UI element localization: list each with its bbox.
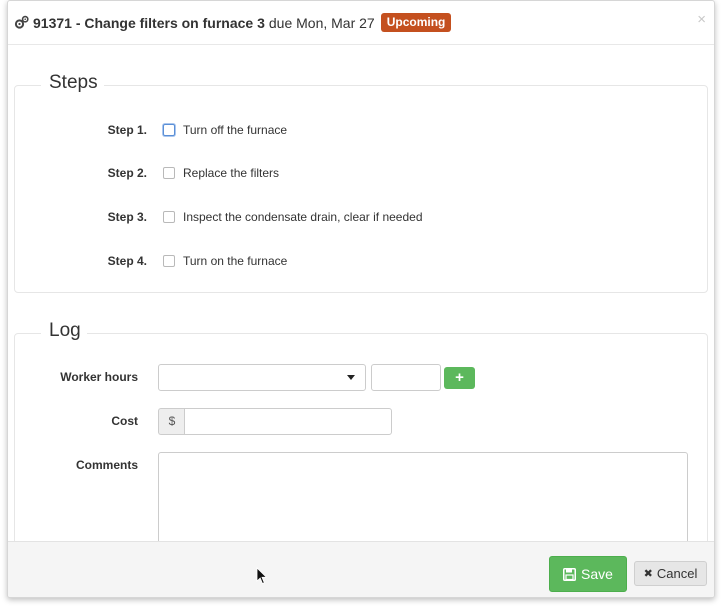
cost-label: Cost <box>111 414 138 428</box>
hours-input[interactable] <box>371 364 441 391</box>
step-1-checkbox[interactable] <box>163 124 175 136</box>
task-due-date: due Mon, Mar 27 <box>268 14 375 31</box>
save-button[interactable]: Save <box>549 556 627 592</box>
steps-legend: Steps <box>41 72 104 94</box>
step-4-checkbox[interactable] <box>163 255 175 267</box>
step-text: Inspect the condensate drain, clear if n… <box>183 210 423 224</box>
close-icon[interactable]: × <box>697 11 706 28</box>
status-badge: Upcoming <box>380 13 452 32</box>
add-worker-hours-button[interactable]: + <box>444 367 475 389</box>
task-separator: - <box>71 14 85 31</box>
cancel-label: Cancel <box>656 566 698 581</box>
task-title: Change filters on furnace 3 <box>84 14 265 31</box>
step-text: Turn off the furnace <box>183 123 288 137</box>
worker-hours-label: Worker hours <box>60 370 138 384</box>
caret-down-icon <box>347 375 355 380</box>
modal-header: 91371 - Change filters on furnace 3 due … <box>8 1 714 45</box>
log-legend: Log <box>41 320 87 342</box>
comments-textarea[interactable] <box>158 452 688 547</box>
step-label: Step 2. <box>107 166 147 180</box>
comments-label: Comments <box>75 458 138 472</box>
floppy-disk-icon <box>563 567 577 581</box>
currency-addon: $ <box>158 408 185 435</box>
task-number: 91371 <box>33 14 72 31</box>
save-label: Save <box>581 566 613 582</box>
cost-input[interactable] <box>184 408 392 435</box>
step-text: Replace the filters <box>183 166 280 180</box>
worker-select[interactable] <box>158 364 366 391</box>
step-label: Step 1. <box>107 123 147 137</box>
step-3-checkbox[interactable] <box>163 211 175 223</box>
task-modal: 91371 - Change filters on furnace 3 due … <box>7 0 715 598</box>
step-label: Step 4. <box>107 254 147 268</box>
steps-fieldset: Steps Step 1. Turn off the furnace Step … <box>14 72 708 293</box>
step-label: Step 3. <box>107 210 147 224</box>
gears-icon <box>14 15 29 30</box>
step-2-checkbox[interactable] <box>163 167 175 179</box>
mouse-pointer-icon <box>256 567 268 585</box>
cancel-button[interactable]: ✖ Cancel <box>634 561 707 586</box>
step-text: Turn on the furnace <box>183 254 288 268</box>
times-icon: ✖ <box>643 568 653 580</box>
